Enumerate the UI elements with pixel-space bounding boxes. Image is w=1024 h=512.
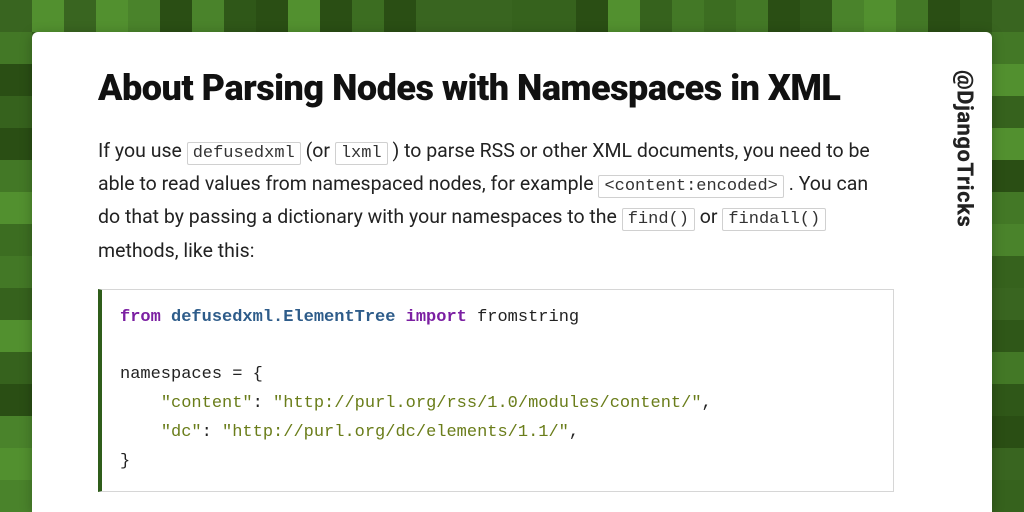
article-paragraph: If you use defusedxml (or lxml ) to pars… — [98, 135, 894, 266]
sidebar: @DjangoTricks — [936, 32, 992, 512]
text: or — [695, 205, 722, 228]
code-keyword-import: import — [406, 308, 467, 327]
code-text: : — [202, 423, 222, 442]
code-indent — [120, 423, 161, 442]
code-keyword-from: from — [120, 308, 161, 327]
inline-code-defusedxml: defusedxml — [187, 142, 301, 165]
code-text: , — [702, 394, 712, 413]
code-string: "http://purl.org/dc/elements/1.1/" — [222, 423, 569, 442]
code-text: : — [253, 394, 273, 413]
text: If you use — [98, 139, 187, 162]
article-title: About Parsing Nodes with Namespaces in X… — [98, 68, 894, 109]
inline-code-lxml: lxml — [335, 142, 388, 165]
code-string: "dc" — [161, 423, 202, 442]
article-content: About Parsing Nodes with Namespaces in X… — [32, 32, 936, 512]
article-card: About Parsing Nodes with Namespaces in X… — [32, 32, 992, 512]
text: methods, like this: — [98, 239, 254, 262]
code-text: , — [569, 423, 579, 442]
code-string: "content" — [161, 394, 253, 413]
inline-code-findall: findall() — [722, 208, 826, 231]
inline-code-find: find() — [622, 208, 695, 231]
code-block: from defusedxml.ElementTree import froms… — [98, 289, 894, 492]
code-line: } — [120, 452, 130, 471]
code-module: defusedxml.ElementTree — [171, 308, 395, 327]
text: (or — [301, 139, 335, 162]
twitter-handle: @DjangoTricks — [952, 70, 977, 227]
code-line: namespaces = { — [120, 365, 263, 384]
code-string: "http://purl.org/rss/1.0/modules/content… — [273, 394, 701, 413]
code-import-name: fromstring — [467, 308, 579, 327]
inline-code-content-encoded: <content:encoded> — [598, 175, 783, 198]
code-indent — [120, 394, 161, 413]
